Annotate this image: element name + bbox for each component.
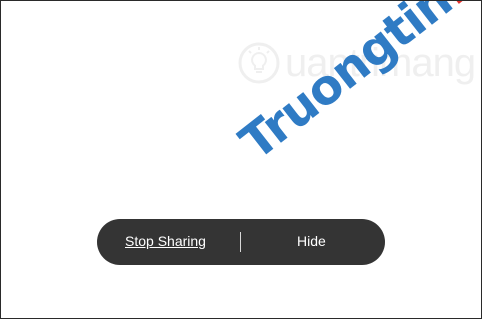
toolbar-divider bbox=[240, 232, 241, 252]
watermark-site-main: Truongtin bbox=[229, 0, 463, 172]
hide-button[interactable]: Hide bbox=[297, 233, 326, 249]
screen-share-window: uantrimang Truongtin.top Stop Sharing Hi… bbox=[0, 0, 482, 319]
lightbulb-icon bbox=[238, 42, 280, 84]
share-toolbar: Stop Sharing Hide bbox=[97, 219, 385, 265]
stop-sharing-button[interactable]: Stop Sharing bbox=[125, 233, 206, 249]
